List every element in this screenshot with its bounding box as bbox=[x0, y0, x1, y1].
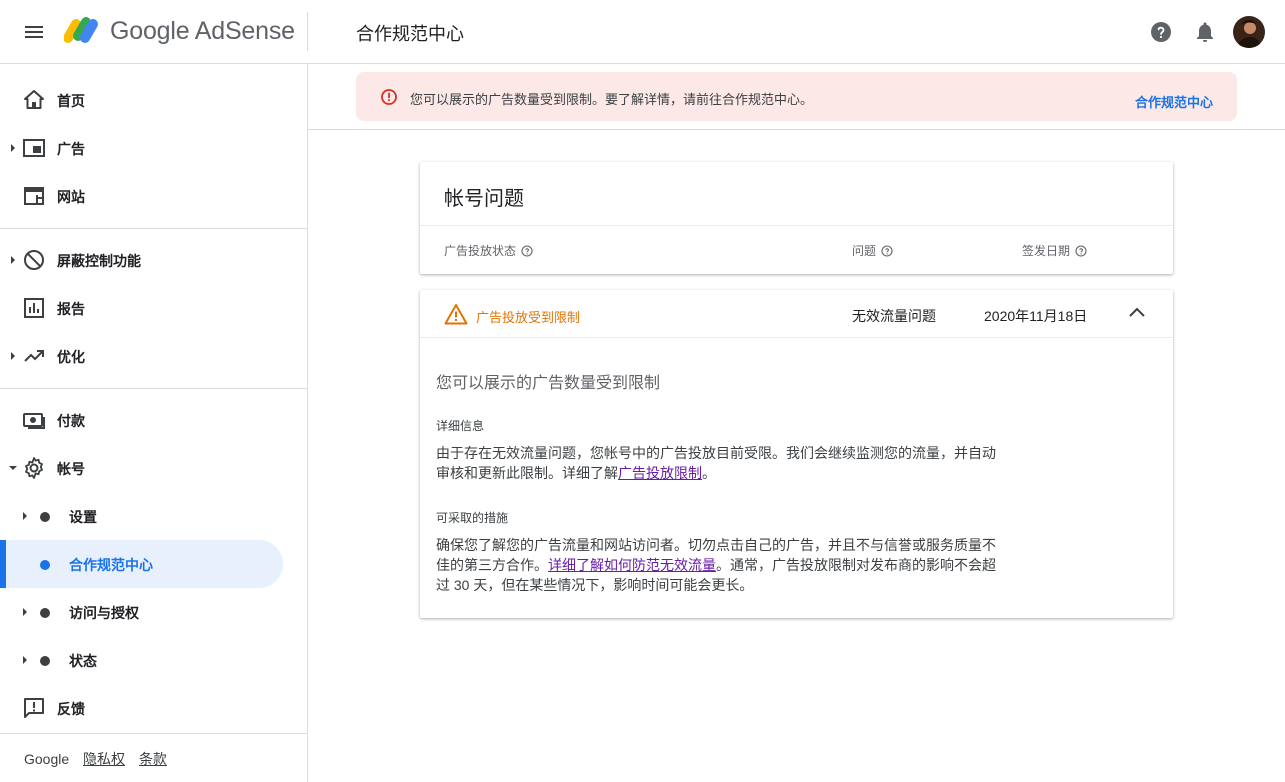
column-header-issue: 问题 bbox=[852, 242, 893, 259]
sidebar-item-label: 首页 bbox=[57, 93, 85, 109]
sidebar-item-label: 合作规范中心 bbox=[69, 557, 153, 573]
sidebar-subitem-status[interactable]: 状态 bbox=[0, 636, 307, 684]
sidebar-item-home[interactable]: 首页 bbox=[0, 76, 307, 124]
sidebar-subitem-settings[interactable]: 设置 bbox=[0, 492, 307, 540]
web-icon bbox=[24, 187, 44, 205]
warning-icon bbox=[444, 304, 468, 325]
top-app-bar: Google AdSense 合作规范中心 bbox=[0, 0, 1285, 64]
ad-serving-limits-link[interactable]: 广告投放限制 bbox=[618, 465, 702, 481]
caret-right-icon[interactable] bbox=[9, 352, 17, 360]
google-label: Google bbox=[24, 751, 70, 767]
active-indicator bbox=[0, 540, 6, 588]
sidebar-item-optimization[interactable]: 优化 bbox=[0, 332, 307, 380]
notifications-icon[interactable] bbox=[1193, 20, 1217, 44]
alert-banner-area: 您可以展示的广告数量受到限制。要了解详情，请前往合作规范中心。 合作规范中心 bbox=[308, 64, 1285, 130]
page-title: 合作规范中心 bbox=[356, 24, 464, 44]
ads-icon bbox=[23, 139, 45, 157]
sidebar-item-ads[interactable]: 广告 bbox=[0, 124, 307, 172]
trending-up-icon bbox=[24, 350, 44, 362]
sidebar-divider bbox=[0, 733, 307, 734]
terms-link[interactable]: 条款 bbox=[139, 751, 167, 767]
details-heading: 详细信息 bbox=[436, 419, 485, 433]
sidebar-item-label: 优化 bbox=[57, 349, 85, 365]
policy-center-link[interactable]: 合作规范中心 bbox=[1135, 92, 1213, 111]
block-icon bbox=[24, 250, 44, 270]
reports-icon bbox=[24, 298, 44, 318]
column-header-date: 签发日期 bbox=[1022, 242, 1087, 259]
payments-icon bbox=[23, 413, 45, 429]
detail-title: 您可以展示的广告数量受到限制 bbox=[436, 375, 661, 392]
help-outline-icon[interactable] bbox=[881, 245, 893, 257]
sidebar-item-label: 访问与授权 bbox=[69, 605, 139, 621]
caret-right-icon[interactable] bbox=[9, 256, 17, 264]
sidebar-item-label: 广告 bbox=[57, 141, 85, 157]
gear-icon bbox=[25, 457, 43, 479]
status-label: 广告投放受到限制 bbox=[476, 310, 581, 325]
home-icon bbox=[24, 90, 44, 109]
sidebar-divider bbox=[0, 388, 307, 389]
help-outline-icon[interactable] bbox=[521, 245, 533, 257]
issue-type: 无效流量问题 bbox=[852, 308, 936, 324]
details-text: 由于存在无效流量问题，您帐号中的广告投放目前受限。我们会继续监测您的流量，并自动… bbox=[436, 445, 996, 481]
caret-down-icon[interactable] bbox=[9, 464, 17, 472]
sidebar-item-payments[interactable]: 付款 bbox=[0, 396, 307, 444]
sidebar-item-label: 反馈 bbox=[57, 701, 85, 717]
sidebar-item-label: 屏蔽控制功能 bbox=[57, 253, 141, 269]
details-end: 。 bbox=[702, 465, 716, 481]
help-outline-icon[interactable] bbox=[1075, 245, 1087, 257]
bullet-dot bbox=[40, 656, 50, 666]
invalid-traffic-link[interactable]: 详细了解如何防范无效流量 bbox=[548, 557, 716, 573]
bullet-dot bbox=[40, 560, 50, 570]
column-header-label: 问题 bbox=[852, 244, 877, 258]
actions-heading: 可采取的措施 bbox=[436, 511, 509, 525]
sidebar: 首页 广告 网站 屏蔽控制功能 报告 优化 付款 帐号 设置 合作规范中心 访问… bbox=[0, 64, 308, 782]
banner-text: 您可以展示的广告数量受到限制。要了解详情，请前往合作规范中心。 bbox=[410, 92, 814, 107]
sidebar-item-feedback[interactable]: 反馈 bbox=[0, 684, 307, 732]
account-issues-card: 帐号问题 广告投放状态 问题 签发日期 bbox=[420, 162, 1173, 274]
column-header-label: 签发日期 bbox=[1022, 244, 1071, 258]
feedback-icon bbox=[24, 698, 44, 718]
sidebar-item-label: 帐号 bbox=[57, 461, 85, 477]
bullet-dot bbox=[40, 512, 50, 522]
sidebar-footer: Google 隐私权 条款 bbox=[24, 749, 177, 769]
sidebar-item-blocking-controls[interactable]: 屏蔽控制功能 bbox=[0, 236, 307, 284]
divider bbox=[420, 337, 1173, 338]
header-divider bbox=[307, 12, 308, 51]
caret-right-icon[interactable] bbox=[21, 608, 29, 616]
caret-right-icon[interactable] bbox=[21, 656, 29, 664]
bullet-dot bbox=[40, 608, 50, 618]
sidebar-item-label: 报告 bbox=[57, 301, 85, 317]
caret-right-icon[interactable] bbox=[21, 512, 29, 520]
error-icon bbox=[381, 89, 397, 105]
details-paragraph: 由于存在无效流量问题，您帐号中的广告投放目前受限。我们会继续监测您的流量，并自动… bbox=[436, 443, 996, 483]
account-avatar[interactable] bbox=[1233, 16, 1265, 48]
sidebar-item-sites[interactable]: 网站 bbox=[0, 172, 307, 220]
sidebar-divider bbox=[0, 228, 307, 229]
issue-date: 2020年11月18日 bbox=[984, 308, 1088, 324]
divider bbox=[420, 225, 1173, 226]
sidebar-item-label: 付款 bbox=[57, 413, 85, 429]
chevron-up-icon[interactable] bbox=[1125, 301, 1149, 325]
sidebar-item-label: 设置 bbox=[69, 509, 97, 525]
sidebar-subitem-access[interactable]: 访问与授权 bbox=[0, 588, 307, 636]
sidebar-item-label: 状态 bbox=[69, 653, 97, 669]
column-header-label: 广告投放状态 bbox=[444, 244, 517, 258]
adsense-logo-icon bbox=[64, 17, 98, 43]
column-header-status: 广告投放状态 bbox=[444, 242, 533, 259]
issue-card: 广告投放受到限制 无效流量问题 2020年11月18日 您可以展示的广告数量受到… bbox=[420, 290, 1173, 618]
sidebar-subitem-policy-center[interactable]: 合作规范中心 bbox=[0, 540, 307, 588]
card-title: 帐号问题 bbox=[444, 188, 524, 210]
actions-paragraph: 确保您了解您的广告流量和网站访问者。切勿点击自己的广告，并且不与信誉或服务质量不… bbox=[436, 535, 996, 595]
privacy-link[interactable]: 隐私权 bbox=[83, 751, 125, 767]
help-icon[interactable] bbox=[1149, 20, 1173, 44]
menu-icon[interactable] bbox=[22, 20, 46, 44]
caret-right-icon[interactable] bbox=[9, 144, 17, 152]
sidebar-item-label: 网站 bbox=[57, 189, 85, 205]
brand-name: Google AdSense bbox=[110, 17, 295, 45]
sidebar-item-account[interactable]: 帐号 bbox=[0, 444, 307, 492]
alert-banner: 您可以展示的广告数量受到限制。要了解详情，请前往合作规范中心。 合作规范中心 bbox=[356, 72, 1237, 121]
sidebar-item-reports[interactable]: 报告 bbox=[0, 284, 307, 332]
